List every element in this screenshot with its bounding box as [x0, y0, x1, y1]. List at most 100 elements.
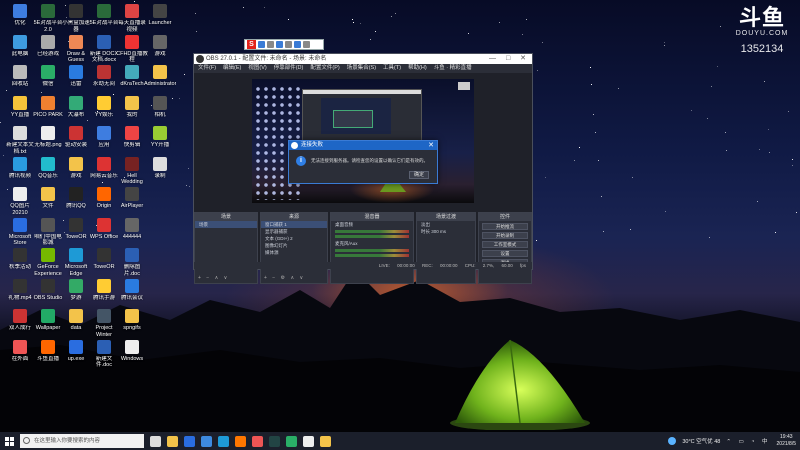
- taskbar-clock[interactable]: 19:43 2021/8/5: [777, 434, 796, 448]
- star: [594, 131, 596, 133]
- desktop-audio-slider[interactable]: [335, 235, 409, 238]
- weather-text[interactable]: 30°C 空气优 48: [682, 437, 720, 445]
- desktop-icon[interactable]: spngifs: [116, 309, 148, 332]
- control-button[interactable]: 设置: [482, 250, 528, 257]
- desktop-icon[interactable]: Administrator: [144, 65, 176, 88]
- sources-dock-toolbar[interactable]: + − ⚙ ∧ ∨: [264, 275, 305, 281]
- star: [756, 200, 758, 202]
- obs-menu-item[interactable]: 帮助(H): [408, 64, 427, 73]
- mixer-dock-title: 混音器: [331, 213, 413, 221]
- desktop-icon[interactable]: 444444: [116, 217, 148, 241]
- obs-menu-item[interactable]: 文件(F): [198, 64, 216, 73]
- desktop-icon-label: spngifs: [123, 325, 141, 331]
- ime-toolbar[interactable]: S: [244, 39, 324, 50]
- control-button[interactable]: 开始录制: [482, 232, 528, 239]
- star: [724, 132, 726, 134]
- app-icon: [69, 217, 83, 232]
- obs-title-bar[interactable]: OBS 27.0.1 - 配置文件: 未命名 - 场景: 未命名 — □ ✕: [194, 54, 532, 64]
- transition-type[interactable]: 淡出: [417, 221, 475, 228]
- star: [196, 30, 198, 32]
- star: [691, 110, 693, 112]
- sources-list: 窗口捕获 1 显示器捕获 文本 (GDI+) 2 图像幻灯片 媒体源: [261, 221, 327, 256]
- star: [589, 66, 591, 68]
- source-item[interactable]: 窗口捕获 1: [261, 221, 327, 228]
- obs-menu-item[interactable]: 配置文件(P): [310, 64, 339, 73]
- desktop-icon[interactable]: 相机: [144, 95, 176, 119]
- app-icon: [97, 187, 111, 201]
- desktop-icon[interactable]: 删除图片.doc: [116, 248, 148, 277]
- star: [726, 149, 728, 151]
- taskbar-search-box[interactable]: 在这里输入你要搜索的内容: [20, 434, 144, 448]
- dialog-ok-button[interactable]: 确定: [409, 171, 429, 179]
- ime-skin-icon[interactable]: [294, 41, 301, 48]
- obs-menu-item[interactable]: 停靠部件(D): [274, 64, 304, 73]
- app2-icon[interactable]: [320, 435, 331, 447]
- app-icon: [69, 278, 83, 293]
- app-icon: [125, 34, 139, 49]
- desktop-icon[interactable]: 腾讯会议: [116, 278, 148, 302]
- control-button[interactable]: 开始推流: [482, 223, 528, 230]
- app-icon: [125, 278, 139, 293]
- mic-audio-meter: [335, 249, 409, 252]
- weather-icon[interactable]: [668, 437, 677, 445]
- desktop-icon[interactable]: 游戏: [144, 34, 176, 58]
- task-view-icon[interactable]: [150, 435, 161, 447]
- source-item[interactable]: 图像幻灯片: [261, 242, 327, 249]
- firefox-icon[interactable]: [235, 435, 246, 447]
- search-placeholder: 在这里输入你要搜索的内容: [34, 438, 101, 444]
- obs-menu-item[interactable]: 视图(V): [248, 64, 266, 73]
- app-icon: [125, 4, 139, 18]
- dialog-title-bar[interactable]: 连接失败 ✕: [289, 141, 437, 150]
- desktop-icon-label: YY开播: [150, 142, 170, 148]
- sources-dock-title: 来源: [261, 213, 327, 221]
- desktop-icon[interactable]: Launcher: [144, 4, 176, 27]
- system-tray: 30°C 空气优 48 ⌃ ▭ ◔ 中 19:43 2021/8/5: [668, 432, 796, 450]
- ime-menu-icon[interactable]: [303, 41, 310, 48]
- source-item[interactable]: 文本 (GDI+) 2: [261, 235, 327, 242]
- mic-audio-slider[interactable]: [335, 254, 409, 257]
- desktop-icon[interactable]: AirPlayer: [116, 187, 148, 210]
- start-button[interactable]: [0, 432, 18, 450]
- control-button[interactable]: 工作室模式: [482, 241, 528, 248]
- ime-voice-icon[interactable]: [276, 41, 283, 48]
- mail-icon[interactable]: [201, 435, 212, 447]
- store-icon[interactable]: [184, 435, 195, 447]
- dialog-close-icon[interactable]: ✕: [428, 141, 434, 150]
- scene-item[interactable]: 场景: [195, 221, 257, 228]
- window-controls[interactable]: — □ ✕: [489, 54, 530, 64]
- transition-duration[interactable]: 时长 300 ms: [417, 228, 475, 235]
- tray-icons[interactable]: ⌃ ▭ ◔ 中: [726, 437, 770, 445]
- star: [710, 86, 712, 88]
- obs-menu-item[interactable]: 编辑(E): [223, 64, 241, 73]
- app-icon: [13, 65, 27, 79]
- star: [664, 210, 666, 212]
- app-icon: [97, 34, 111, 49]
- obs-menu-item[interactable]: 场景集合(S): [347, 64, 376, 73]
- app-icon: [97, 309, 111, 323]
- obs-menu-item[interactable]: 工具(T): [383, 64, 401, 73]
- edge-icon[interactable]: [218, 435, 229, 447]
- star: [632, 176, 634, 178]
- explorer-icon[interactable]: [167, 435, 178, 447]
- app-icon: [41, 339, 55, 354]
- obs-icon[interactable]: [303, 435, 314, 447]
- wechat-icon[interactable]: [286, 435, 297, 447]
- dialog-title: 连接失败: [301, 142, 324, 148]
- source-item[interactable]: 媒体源: [261, 249, 327, 256]
- scenes-dock-toolbar[interactable]: + − ∧ ∨: [198, 275, 229, 281]
- desktop-icon[interactable]: Windows: [116, 339, 148, 363]
- star: [101, 182, 103, 184]
- ime-mode-icon[interactable]: [258, 41, 265, 48]
- obs-menu-item[interactable]: 斗鱼 · 精彩直播: [434, 64, 472, 73]
- steam-icon[interactable]: [269, 435, 280, 447]
- sogou-ime-icon[interactable]: S: [247, 40, 256, 49]
- star: [541, 42, 543, 44]
- desktop-icon-label: 相机: [154, 111, 166, 118]
- desktop-icon[interactable]: 录制: [144, 156, 176, 180]
- source-item[interactable]: 显示器捕获: [261, 228, 327, 235]
- ime-keyboard-icon[interactable]: [285, 41, 292, 48]
- app-icon: [125, 339, 139, 354]
- ime-punct-icon[interactable]: [267, 41, 274, 48]
- app-icon[interactable]: [252, 435, 263, 447]
- desktop-icon[interactable]: YY开播: [144, 126, 176, 149]
